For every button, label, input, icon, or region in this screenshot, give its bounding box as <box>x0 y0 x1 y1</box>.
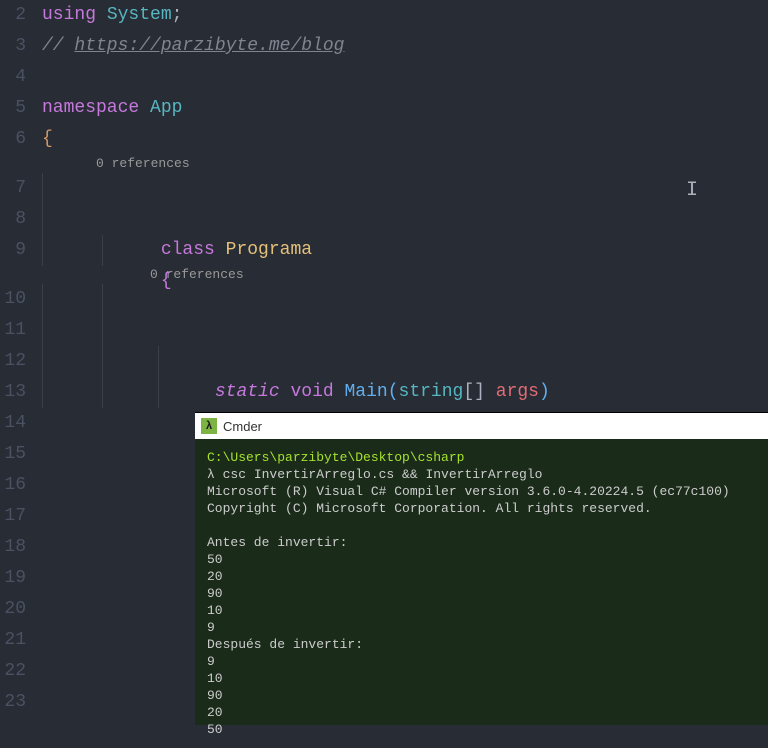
terminal-output: 9 <box>207 619 756 636</box>
type-system: System <box>107 5 172 25</box>
code-line[interactable]: namespace App <box>42 93 768 124</box>
indent-guide <box>42 204 43 235</box>
line-number: 5 <box>0 93 26 124</box>
line-number: 10 <box>0 284 26 315</box>
line-number: 23 <box>0 687 26 718</box>
terminal-output: 50 <box>207 721 756 738</box>
semicolon: ; <box>172 5 183 25</box>
line-number: 13 <box>0 377 26 408</box>
keyword-using: using <box>42 5 96 25</box>
line-number: 6 <box>0 124 26 155</box>
keyword-namespace: namespace <box>42 98 139 118</box>
code-line[interactable]: { <box>42 124 768 155</box>
indent-guide <box>102 315 103 346</box>
text-cursor-icon: I <box>686 175 698 206</box>
codelens-references[interactable]: 0 references <box>42 155 768 173</box>
terminal-prompt: λ <box>207 467 223 482</box>
line-number: 11 <box>0 315 26 346</box>
code-line-empty[interactable] <box>42 62 768 93</box>
line-number: 15 <box>0 439 26 470</box>
line-number: 16 <box>0 470 26 501</box>
line-number: 22 <box>0 656 26 687</box>
terminal-output: 50 <box>207 551 756 568</box>
indent-guide <box>102 235 103 266</box>
line-number <box>0 155 26 173</box>
code-line[interactable]: static void Main(string[] args) <box>42 284 768 315</box>
terminal-command: csc InvertirArreglo.cs && InvertirArregl… <box>223 467 543 482</box>
indent-guide <box>42 315 43 346</box>
terminal-path: C:\Users\parzibyte\Desktop\csharp <box>207 450 464 465</box>
code-line[interactable]: { <box>42 315 768 346</box>
line-gutter: 2 3 4 5 6 7 8 9 10 11 12 13 14 15 16 17 … <box>0 0 42 725</box>
terminal-output: Microsoft (R) Visual C# Compiler version… <box>207 483 756 500</box>
indent-guide <box>42 377 43 408</box>
line-number: 9 <box>0 235 26 266</box>
terminal-output: 20 <box>207 704 756 721</box>
code-line[interactable]: { <box>42 204 768 235</box>
terminal-output-label: Después de invertir: <box>207 636 756 653</box>
line-number: 18 <box>0 532 26 563</box>
indent-guide <box>158 377 159 408</box>
line-number: 21 <box>0 625 26 656</box>
indent-guide <box>42 284 43 315</box>
line-number: 3 <box>0 31 26 62</box>
line-number: 7 <box>0 173 26 204</box>
namespace-name: App <box>150 98 182 118</box>
indent-guide <box>102 346 103 377</box>
terminal-body[interactable]: C:\Users\parzibyte\Desktop\csharp λ csc … <box>195 439 768 748</box>
indent-guide <box>102 284 103 315</box>
terminal-window[interactable]: λ Cmder C:\Users\parzibyte\Desktop\cshar… <box>195 412 768 725</box>
line-number: 17 <box>0 501 26 532</box>
terminal-titlebar[interactable]: λ Cmder <box>195 413 768 439</box>
terminal-output: 10 <box>207 602 756 619</box>
indent-guide <box>158 346 159 377</box>
line-number: 12 <box>0 346 26 377</box>
code-line-empty[interactable] <box>42 235 768 266</box>
space <box>96 5 107 25</box>
indent-guide <box>42 173 43 204</box>
line-number: 20 <box>0 594 26 625</box>
code-line[interactable] <box>42 377 768 408</box>
terminal-output: 10 <box>207 670 756 687</box>
code-line[interactable]: // https://parzibyte.me/blog <box>42 31 768 62</box>
terminal-output <box>207 517 756 534</box>
terminal-title: Cmder <box>223 419 262 434</box>
indent-guide <box>42 235 43 266</box>
terminal-output-label: Antes de invertir: <box>207 534 756 551</box>
terminal-output: 90 <box>207 585 756 602</box>
indent-guide <box>102 377 103 408</box>
line-number: 19 <box>0 563 26 594</box>
line-number: 14 <box>0 408 26 439</box>
terminal-output: 9 <box>207 653 756 670</box>
line-number <box>0 266 26 284</box>
code-line[interactable]: class Programa I <box>42 173 768 204</box>
line-number: 4 <box>0 62 26 93</box>
terminal-output: 20 <box>207 568 756 585</box>
brace-open: { <box>42 129 53 149</box>
line-number: 8 <box>0 204 26 235</box>
comment-url[interactable]: https://parzibyte.me/blog <box>74 36 344 56</box>
code-line[interactable]: using System; <box>42 0 768 31</box>
code-line[interactable]: int[] arreglo = { 50, 20, 90, 10, 9 }; <box>42 346 768 377</box>
line-number: 2 <box>0 0 26 31</box>
indent-guide <box>42 346 43 377</box>
lambda-icon: λ <box>201 418 217 434</box>
terminal-output: Copyright (C) Microsoft Corporation. All… <box>207 500 756 517</box>
terminal-output: 90 <box>207 687 756 704</box>
comment-prefix: // <box>42 36 74 56</box>
